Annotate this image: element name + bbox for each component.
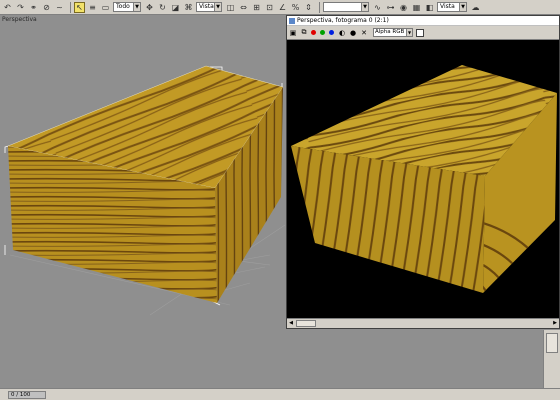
select-and-move-icon[interactable]: ✥ — [144, 2, 155, 13]
curve-editor-icon[interactable]: ∿ — [372, 2, 383, 13]
spinner-snap-icon[interactable]: ⇕ — [303, 2, 314, 13]
time-slider-bar[interactable]: 0 / 100 — [0, 388, 560, 400]
perspective-viewport[interactable]: Perspectiva — [0, 15, 288, 388]
selection-filter-dropdown[interactable]: Todo ▼ — [113, 2, 141, 12]
pivot-icon[interactable]: ◫ — [225, 2, 236, 13]
scroll-thumb[interactable] — [546, 333, 558, 353]
rendered-frame-window: Perspectiva, fotograma 0 (2:1) ▣ ⧉ ◐ ● ✕… — [286, 15, 560, 329]
alpha-channel-icon[interactable]: ◐ — [338, 29, 346, 37]
color-swatch[interactable] — [416, 28, 424, 37]
chevron-down-icon: ▼ — [361, 3, 368, 11]
align-icon[interactable]: ⊞ — [251, 2, 262, 13]
channel-display-value: Alpha RGB — [375, 29, 405, 35]
render-window-title: Perspectiva, fotograma 0 (2:1) — [297, 17, 389, 24]
viewport-render-dropdown[interactable]: Vista ▼ — [437, 2, 467, 12]
frame-counter[interactable]: 0 / 100 — [8, 391, 46, 399]
rendered-image — [291, 65, 557, 293]
command-panel-scrollbar[interactable] — [543, 330, 560, 388]
redo-icon[interactable]: ↷ — [15, 2, 26, 13]
window-icon — [289, 17, 295, 24]
render-window-titlebar[interactable]: Perspectiva, fotograma 0 (2:1) — [287, 16, 559, 26]
viewport-render-value: Vista — [440, 3, 455, 10]
select-and-rotate-icon[interactable]: ↻ — [157, 2, 168, 13]
blue-channel-toggle[interactable] — [329, 30, 334, 35]
mono-icon[interactable]: ● — [349, 29, 357, 37]
select-and-manipulate-icon[interactable]: ⌘ — [183, 2, 194, 13]
render-setup-icon[interactable]: ▦ — [411, 2, 422, 13]
channel-display-dropdown[interactable]: Alpha RGB ▼ — [373, 28, 413, 37]
main-toolbar: ↶ ↷ ⚭ ⊘ ~ ↖ ≡ ▭ Todo ▼ ✥ ↻ ◪ ⌘ Vista ▼ ◫… — [0, 0, 560, 15]
render-frame-icon[interactable]: ◧ — [424, 2, 435, 13]
green-channel-toggle[interactable] — [320, 30, 325, 35]
clear-icon[interactable]: ✕ — [360, 29, 368, 37]
material-editor-icon[interactable]: ◉ — [398, 2, 409, 13]
percent-snap-icon[interactable]: % — [290, 2, 301, 13]
snap-icon[interactable]: ⊡ — [264, 2, 275, 13]
chevron-down-icon: ▼ — [459, 3, 466, 11]
select-object-icon[interactable]: ↖ — [74, 1, 85, 13]
toolbar-divider — [319, 1, 320, 13]
selection-filter-value: Todo — [116, 3, 130, 10]
toolbar-divider — [70, 1, 71, 13]
render-horizontal-scrollbar[interactable]: ◀ ▶ — [287, 318, 559, 328]
named-selection-dropdown[interactable]: ▼ — [323, 2, 369, 12]
clone-window-icon[interactable]: ⧉ — [300, 28, 308, 37]
scroll-left-icon[interactable]: ◀ — [287, 320, 295, 327]
angle-snap-icon[interactable]: ∠ — [277, 2, 288, 13]
render-window-toolbar: ▣ ⧉ ◐ ● ✕ Alpha RGB ▼ — [287, 26, 559, 40]
quick-render-icon[interactable]: ☁ — [470, 2, 481, 13]
red-channel-toggle[interactable] — [311, 30, 316, 35]
chevron-down-icon: ▼ — [133, 3, 140, 11]
unlink-icon[interactable]: ⊘ — [41, 2, 52, 13]
scroll-thumb[interactable] — [296, 320, 316, 327]
save-image-icon[interactable]: ▣ — [289, 29, 297, 37]
reference-coord-dropdown[interactable]: Vista ▼ — [196, 2, 222, 12]
chevron-down-icon: ▼ — [406, 29, 412, 36]
viewport-scene — [4, 65, 286, 316]
viewport-label[interactable]: Perspectiva — [2, 16, 37, 23]
select-by-name-icon[interactable]: ≡ — [87, 2, 98, 13]
mirror-icon[interactable]: ⇔ — [238, 2, 249, 13]
chevron-down-icon: ▼ — [214, 3, 221, 11]
select-and-scale-icon[interactable]: ◪ — [170, 2, 181, 13]
schematic-view-icon[interactable]: ⊶ — [385, 2, 396, 13]
render-canvas — [287, 40, 559, 318]
undo-icon[interactable]: ↶ — [2, 2, 13, 13]
select-region-icon[interactable]: ▭ — [100, 2, 111, 13]
select-link-icon[interactable]: ⚭ — [28, 2, 39, 13]
reference-coord-value: Vista — [199, 3, 214, 10]
bind-space-warp-icon[interactable]: ~ — [54, 2, 65, 13]
scroll-right-icon[interactable]: ▶ — [551, 320, 559, 327]
